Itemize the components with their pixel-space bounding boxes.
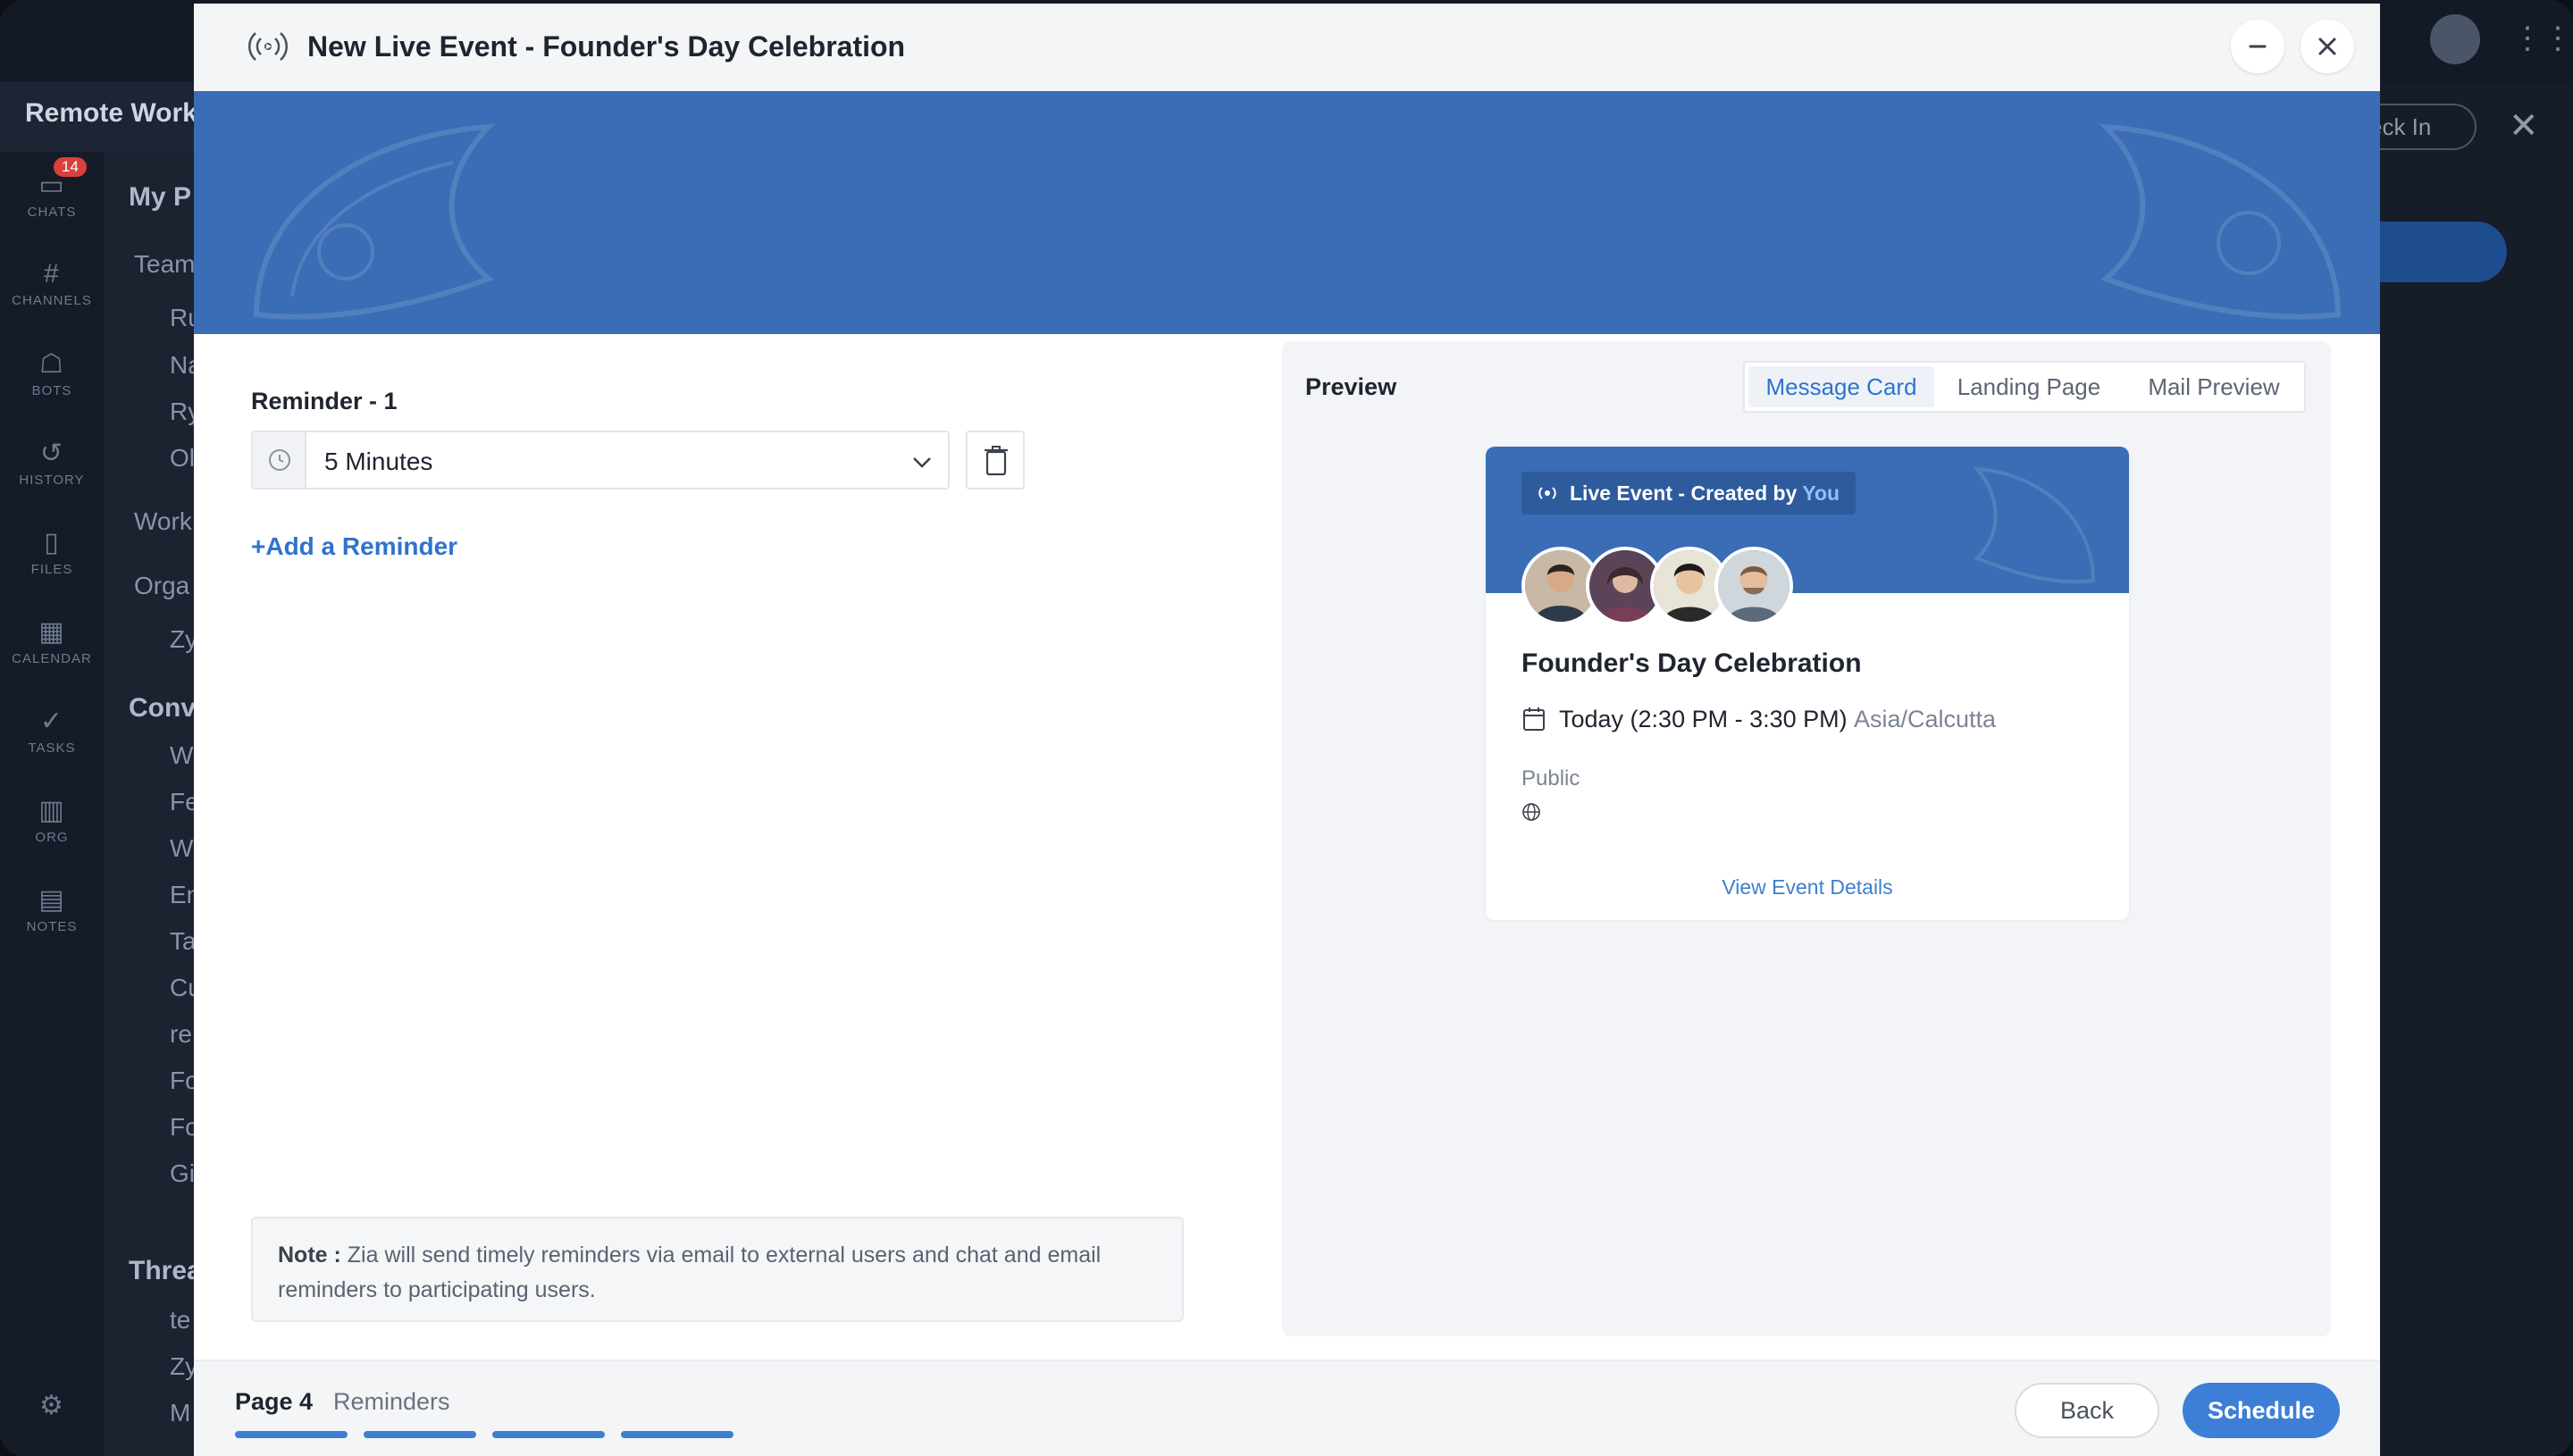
message-card: Live Event - Created by You Founder's Da… — [1486, 447, 2129, 920]
panel-heading-threads: Threa — [129, 1256, 202, 1285]
reminder-label: Reminder - 1 — [251, 388, 398, 414]
rail-item-files[interactable]: ▯ FILES — [0, 527, 104, 577]
card-event-timezone: Asia/Calcutta — [1854, 706, 1997, 732]
apps-grid-icon[interactable]: ⋮⋮ — [2512, 23, 2573, 57]
rail-item-org[interactable]: ▥ ORG — [0, 795, 104, 845]
rail-item-channels[interactable]: # CHANNELS — [0, 259, 104, 308]
panel-item[interactable]: M — [170, 1399, 190, 1427]
close-icon[interactable]: ✕ — [2509, 105, 2539, 146]
hash-icon: # — [44, 259, 60, 289]
progress-step — [235, 1431, 348, 1438]
preview-title: Preview — [1305, 373, 1397, 400]
app-right-pane — [2380, 82, 2573, 1456]
note-text: Zia will send timely reminders via email… — [278, 1243, 1102, 1302]
globe-icon — [1522, 803, 1540, 821]
chat-icon: ▭ — [38, 171, 65, 200]
card-event-title: Founder's Day Celebration — [1521, 649, 1862, 678]
broadcast-icon — [1538, 487, 1556, 499]
event-banner — [194, 91, 2380, 334]
live-event-modal: New Live Event - Founder's Day Celebrati… — [194, 4, 2380, 1456]
avatar[interactable] — [1714, 547, 1793, 625]
reminder-note: Note : Zia will send timely reminders vi… — [251, 1217, 1184, 1322]
minimize-icon — [2249, 45, 2267, 48]
card-event-time: Today (2:30 PM - 3:30 PM) — [1559, 706, 1848, 732]
paisley-decoration-icon — [2099, 123, 2342, 320]
avatar[interactable] — [2430, 14, 2480, 64]
panel-item[interactable]: W — [170, 834, 193, 863]
panel-heading-my: My P — [129, 182, 192, 212]
progress-step — [621, 1431, 733, 1438]
rail-item-history[interactable]: ↺ HISTORY — [0, 438, 104, 488]
chevron-down-icon — [913, 457, 931, 468]
live-event-pill: Live Event - Created by You — [1521, 472, 1856, 515]
clock-icon — [253, 432, 306, 488]
rail-item-bots[interactable]: ☖ BOTS — [0, 348, 104, 398]
bot-icon: ☖ — [39, 349, 64, 379]
page-number: Page 4 — [235, 1388, 314, 1415]
panel-item[interactable]: re — [170, 1020, 192, 1049]
page-name: Reminders — [333, 1388, 450, 1415]
broadcast-icon — [247, 32, 289, 61]
settings-icon[interactable]: ⚙ — [0, 1390, 104, 1425]
trash-icon — [985, 446, 1008, 476]
reminder-select[interactable]: 5 Minutes — [251, 431, 950, 490]
tab-mail-preview[interactable]: Mail Preview — [2124, 366, 2304, 407]
schedule-button[interactable]: Schedule — [2183, 1383, 2340, 1438]
chats-badge: 14 — [54, 157, 87, 177]
panel-team: Team — [134, 250, 196, 278]
tasks-icon: ✓ — [39, 707, 64, 736]
panel-work: Work — [134, 507, 192, 535]
back-button[interactable]: Back — [2015, 1383, 2159, 1438]
paisley-decoration-icon — [253, 123, 496, 320]
panel-item[interactable]: te — [170, 1306, 190, 1335]
add-reminder-link[interactable]: +Add a Reminder — [251, 532, 457, 561]
panel-item[interactable]: Gi — [170, 1159, 195, 1188]
modal-footer: Page 4 Reminders Back Schedule — [194, 1360, 2380, 1456]
paisley-decoration-icon — [1973, 466, 2096, 584]
tab-message-card[interactable]: Message Card — [1748, 366, 1934, 407]
view-event-details-link[interactable]: View Event Details — [1486, 875, 2129, 900]
panel-item[interactable]: Ol — [170, 444, 195, 473]
progress-step — [492, 1431, 605, 1438]
card-visibility: Public — [1521, 766, 1580, 791]
modal-header: New Live Event - Founder's Day Celebrati… — [194, 4, 2380, 91]
delete-reminder-button[interactable] — [966, 431, 1025, 490]
pill-text: Live Event - Created by — [1570, 481, 1798, 505]
progress-step — [364, 1431, 476, 1438]
pill-user[interactable]: You — [1802, 481, 1840, 505]
preview-panel: Preview Message Card Landing Page Mail P… — [1282, 341, 2331, 1336]
calendar-icon — [1523, 707, 1545, 731]
close-icon — [2318, 38, 2336, 55]
note-prefix: Note : — [278, 1243, 341, 1268]
calendar-icon: ▦ — [38, 617, 65, 647]
rail-item-notes[interactable]: ▤ NOTES — [0, 884, 104, 934]
rail-item-tasks[interactable]: ✓ TASKS — [0, 706, 104, 756]
notes-icon: ▤ — [38, 885, 65, 915]
workspace-title: Remote Work — [25, 98, 197, 128]
panel-orga: Orga — [134, 572, 190, 599]
close-button[interactable] — [2301, 20, 2354, 73]
preview-tabs: Message Card Landing Page Mail Preview — [1743, 361, 2306, 413]
panel-item[interactable]: W — [170, 741, 193, 770]
modal-title: New Live Event - Founder's Day Celebrati… — [307, 30, 906, 63]
rail-item-chats[interactable]: ▭ CHATS — [0, 170, 104, 220]
minimize-button[interactable] — [2231, 20, 2284, 73]
reminder-value: 5 Minutes — [324, 448, 433, 475]
card-body — [1486, 593, 2129, 920]
rail-item-calendar[interactable]: ▦ CALENDAR — [0, 616, 104, 666]
org-icon: ▥ — [38, 796, 65, 825]
panel-heading-conv: Conv — [129, 693, 196, 723]
panel-item[interactable]: Ta — [170, 927, 197, 956]
file-icon: ▯ — [44, 528, 60, 557]
tab-landing-page[interactable]: Landing Page — [1936, 366, 2122, 407]
history-icon: ↺ — [39, 439, 64, 468]
